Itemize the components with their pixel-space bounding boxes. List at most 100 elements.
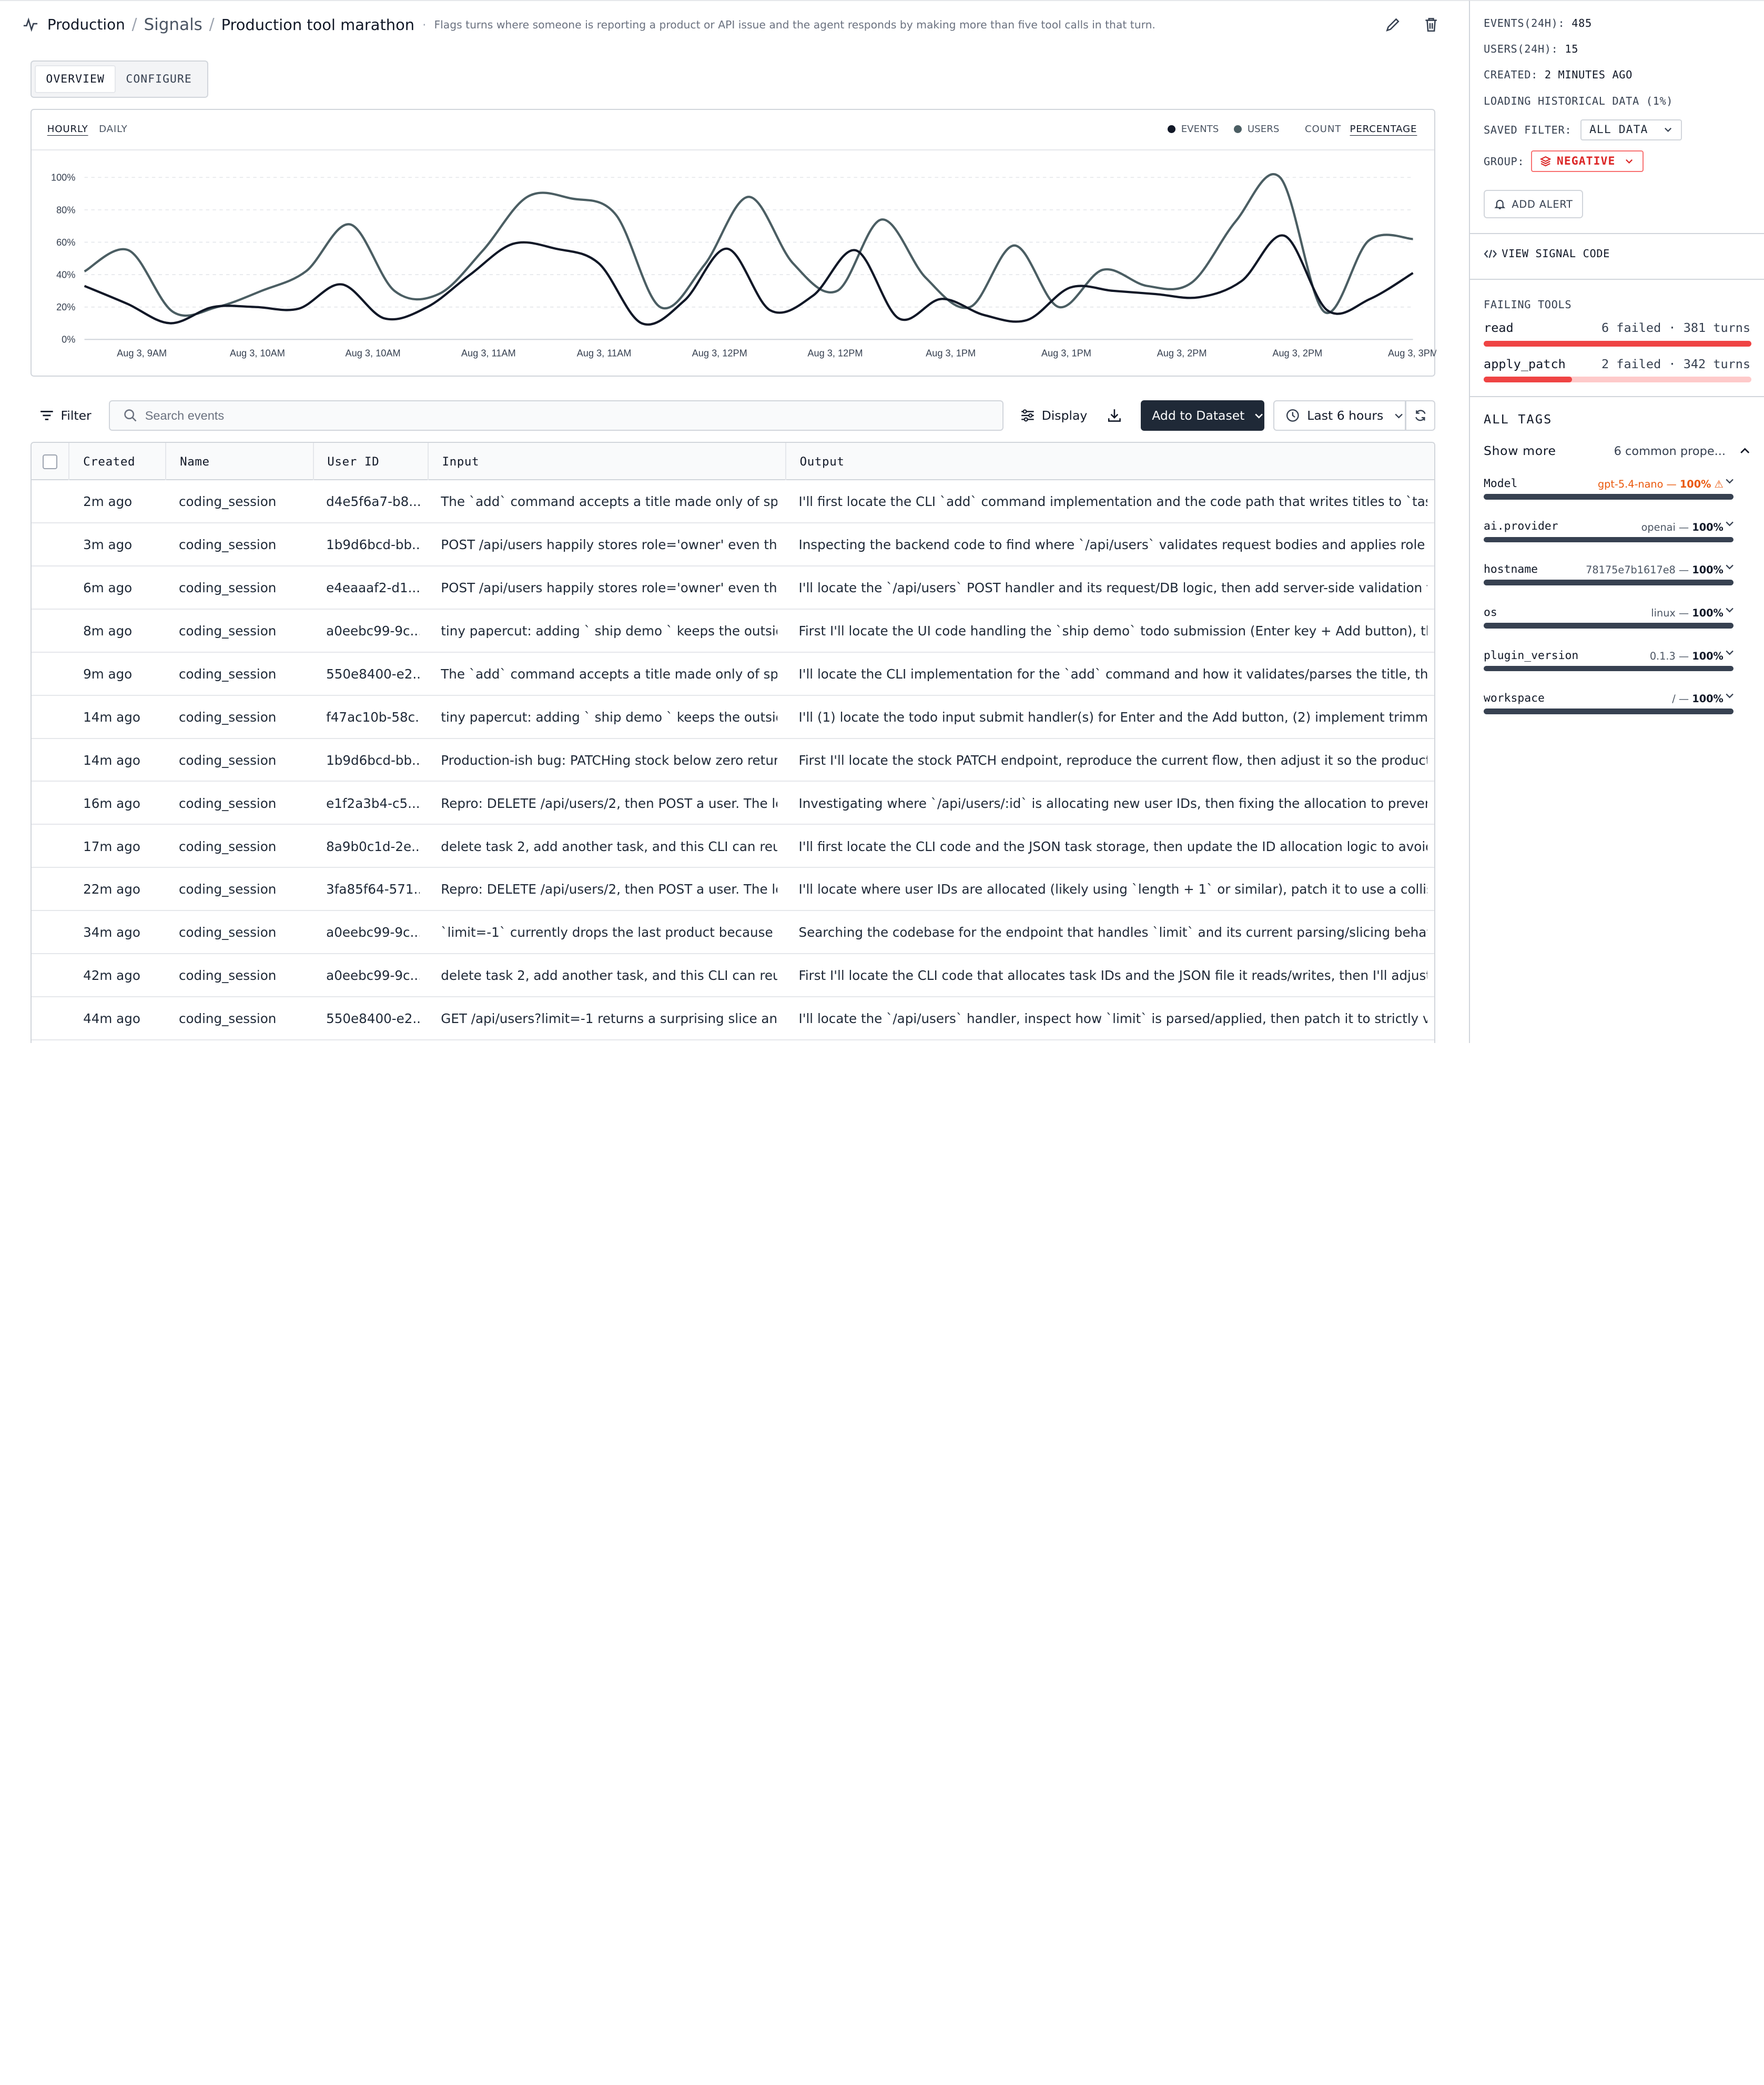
tag-name[interactable]: hostname [1484,563,1538,576]
table-row[interactable]: 44m ago coding_session 550e8400-e2... GET /… [31,997,1435,1040]
tag-name[interactable]: workspace [1484,692,1545,705]
table-row[interactable]: 14m ago coding_session 1b9d6bcd-bb... Produ… [31,739,1435,782]
input-cell: delete task 2, add another task, and thi… [441,838,777,854]
x-tick-label: Aug 3, 2PM [1157,348,1207,359]
download-icon [1108,409,1121,422]
column-header-user-id[interactable]: User ID [314,443,429,481]
table-row[interactable]: 16m ago coding_session e1f2a3b4-c5... Repro… [31,782,1435,825]
tag-bar [1484,665,1733,672]
table-row[interactable]: 42m ago coding_session a0eebc99-9c... delet… [31,954,1435,998]
hourly-toggle[interactable]: HOURLY [47,124,88,135]
name-cell: coding_session [178,795,277,811]
series-line-events [84,234,1414,326]
user-id-cell: 1b9d6bcd-bb... [326,752,420,768]
filter-icon [40,411,53,421]
table-row[interactable]: 8m ago coding_session a0eebc99-9c... tiny p… [31,610,1435,653]
row-select-cell [32,825,70,867]
tag-name[interactable]: plugin_version [1484,649,1578,662]
display-button[interactable]: Display [1020,400,1087,431]
user-id-cell: f47ac10b-58c... [326,709,420,725]
table-row[interactable]: 2m ago coding_session d4e5f6a7-b8... The `a… [31,480,1435,523]
chevron-down-icon[interactable] [1725,562,1735,572]
chevron-up-icon[interactable] [1739,446,1750,457]
table-row[interactable]: 34m ago coding_session a0eebc99-9c... `limi… [31,911,1435,955]
output-cell: I'll locate where user IDs are allocated… [798,882,1427,897]
failing-tool-name[interactable]: apply_patch [1484,357,1566,371]
trash-icon[interactable] [1422,16,1440,34]
display-label: Display [1041,408,1088,423]
daily-toggle[interactable]: DAILY [99,124,128,135]
table-row[interactable]: 6m ago coding_session e4eaaaf2-d1... POST /… [31,566,1435,610]
show-more-toggle[interactable]: Show more [1484,443,1556,458]
breadcrumb-project[interactable]: Production [47,16,125,33]
y-tick-label: 80% [56,205,75,216]
breadcrumb-section[interactable]: Signals [144,15,202,34]
chevron-down-icon [1254,413,1263,419]
tag-value-group: 0.1.3 — 100% [1649,650,1724,662]
name-cell: coding_session [178,882,277,897]
chevron-down-icon[interactable] [1725,519,1735,529]
failing-tool-bar [1484,340,1752,347]
table-row[interactable]: 22m ago coding_session 3fa85f64-571... Repr… [31,868,1435,912]
x-tick-label: Aug 3, 2PM [1272,348,1322,359]
chevron-down-icon[interactable] [1725,691,1735,701]
select-all-checkbox[interactable] [43,454,57,469]
y-tick-label: 60% [56,237,75,248]
chevron-down-icon[interactable] [1725,476,1735,486]
legend-users[interactable]: USERS [1234,124,1279,135]
count-toggle[interactable]: COUNT [1305,124,1341,135]
tag-name[interactable]: Model [1484,477,1517,490]
clock-icon [1286,409,1299,422]
search-icon [124,409,137,422]
divider [1470,396,1764,397]
created-cell: 14m ago [83,752,140,768]
failing-tools-title: FAILING TOOLS [1484,298,1572,311]
chart-controls: HOURLY DAILY EVENTS USERS COUNT PERCENTA… [31,110,1435,151]
tag-value: linux [1651,607,1676,619]
failing-tool-bar-fill [1484,377,1573,383]
pencil-icon[interactable] [1384,16,1402,34]
chevron-down-icon[interactable] [1725,647,1735,657]
table-row[interactable]: 9m ago coding_session 550e8400-e2... The `a… [31,653,1435,696]
time-range-select[interactable]: Last 6 hours [1273,400,1406,431]
table-row[interactable]: 3m ago coding_session 1b9d6bcd-bb... POST /… [31,523,1435,566]
tab-configure[interactable]: CONFIGURE [116,65,202,93]
chevron-down-icon [1394,413,1403,419]
table-row[interactable]: 14m ago coding_session f47ac10b-58c... tiny… [31,696,1435,739]
add-to-dataset-button[interactable]: Add to Dataset [1140,400,1265,431]
percentage-toggle[interactable]: PERCENTAGE [1350,124,1417,135]
breadcrumb-separator: / [209,15,215,34]
add-to-dataset-label: Add to Dataset [1152,408,1245,423]
chevron-down-icon[interactable] [1725,605,1735,615]
details-sidebar: EVENTS(24H): 485 USERS(24H): 15 CREATED:… [1469,0,1764,1043]
tag-name[interactable]: ai.provider [1484,520,1558,533]
filter-button[interactable]: Filter [39,400,92,431]
tab-overview[interactable]: OVERVIEW [35,65,116,94]
download-button[interactable] [1107,400,1122,431]
tag-value: 0.1.3 [1649,650,1676,662]
view-signal-code-link[interactable]: VIEW SIGNAL CODE [1484,247,1610,260]
column-header-output[interactable]: Output [786,443,1434,480]
add-alert-button[interactable]: ADD ALERT [1484,190,1583,218]
failing-tool-name[interactable]: read [1484,320,1514,335]
search-input[interactable] [145,408,932,423]
tag-name[interactable]: os [1484,606,1497,619]
column-header-created[interactable]: Created [69,443,167,481]
refresh-button[interactable] [1405,400,1436,431]
saved-filter-select[interactable]: ALL DATA [1580,119,1682,141]
group-select[interactable]: NEGATIVE [1530,150,1644,173]
x-tick-label: Aug 3, 9AM [117,348,167,359]
x-tick-label: Aug 3, 3PM [1388,348,1436,359]
output-cell: I'll locate the `/api/users` handler, in… [798,1011,1427,1027]
column-header-input[interactable]: Input [429,443,786,481]
table-row[interactable]: 17m ago coding_session 8a9b0c1d-2e... delet… [31,825,1435,868]
legend-events[interactable]: EVENTS [1168,124,1219,135]
row-select-cell [32,696,70,738]
sliders-icon [1021,409,1034,422]
tag-percent: 100% [1692,564,1724,576]
row-select-cell [32,566,70,609]
app-window: Production / Signals / Production tool m… [0,0,1764,1043]
input-cell: `limit=-1` currently drops the last prod… [441,925,777,940]
tag-percent: 100% [1692,650,1724,662]
column-header-name[interactable]: Name [166,443,314,481]
